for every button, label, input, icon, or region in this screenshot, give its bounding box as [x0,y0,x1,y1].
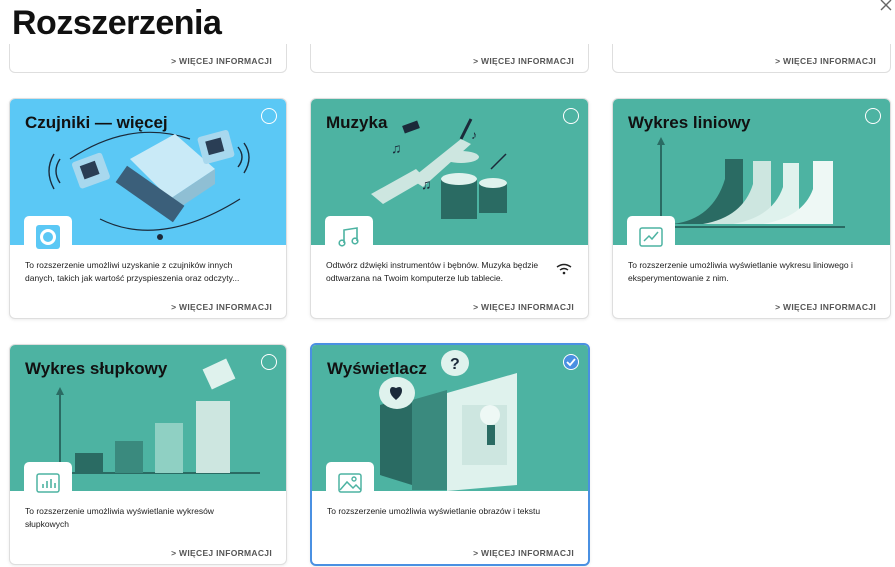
extension-card-display[interactable]: ? Wyświetlacz To rozszerzenie umożliwia … [310,343,590,566]
more-info-link[interactable]: > WIĘCEJ INFORMACJI [775,56,876,66]
card-description: To rozszerzenie umożliwia wyświetlanie o… [327,506,541,516]
partial-card-1[interactable]: > WIĘCEJ INFORMACJI [9,44,287,73]
line-chart-icon [627,216,675,258]
card-description: To rozszerzenie umożliwia wyświetlanie w… [628,260,853,283]
extension-card-bar-chart[interactable]: Wykres słupkowy To rozszerzenie umożliwi… [9,344,287,565]
selected-check-icon[interactable] [563,354,579,370]
page-title: Rozszerzenia [12,4,222,42]
card-title: Czujniki — więcej [25,113,168,132]
card-title: Wykres liniowy [628,113,751,132]
card-description: To rozszerzenie umożliwia wyświetlanie w… [25,506,214,529]
wifi-icon [556,263,572,275]
partial-card-3[interactable]: > WIĘCEJ INFORMACJI [612,44,891,73]
more-info-link[interactable]: > WIĘCEJ INFORMACJI [473,548,574,558]
select-toggle[interactable] [261,354,277,370]
more-info-link[interactable]: > WIĘCEJ INFORMACJI [473,302,574,312]
select-toggle[interactable] [563,108,579,124]
close-icon[interactable] [879,0,893,12]
select-toggle[interactable] [261,108,277,124]
music-note-icon [325,216,373,258]
more-info-link[interactable]: > WIĘCEJ INFORMACJI [171,548,272,558]
extension-card-line-chart[interactable]: Wykres liniowy To rozszerzenie umożliwia… [612,98,891,319]
extension-card-music[interactable]: ♫ ♫ ♪ Muzyka Odtwórz dźwięki instrumentó… [310,98,589,319]
select-toggle[interactable] [865,108,881,124]
card-description: To rozszerzenie umożliwi uzyskanie z czu… [25,260,240,283]
card-title: Wykres słupkowy [25,359,168,378]
svg-text:?: ? [450,356,460,373]
svg-text:♪: ♪ [471,128,477,142]
more-info-link[interactable]: > WIĘCEJ INFORMACJI [171,56,272,66]
image-icon [326,462,374,504]
svg-text:♫: ♫ [391,140,402,156]
more-info-link[interactable]: > WIĘCEJ INFORMACJI [775,302,876,312]
extension-card-sensors[interactable]: Czujniki — więcej To rozszerzenie umożli… [9,98,287,319]
sensor-icon [24,216,72,258]
more-info-link[interactable]: > WIĘCEJ INFORMACJI [171,302,272,312]
card-title: Wyświetlacz [327,359,427,378]
partial-card-2[interactable]: > WIĘCEJ INFORMACJI [310,44,589,73]
bar-chart-icon [24,462,72,504]
more-info-link[interactable]: > WIĘCEJ INFORMACJI [473,56,574,66]
card-title: Muzyka [326,113,388,132]
svg-text:♫: ♫ [421,176,432,192]
card-description: Odtwórz dźwięki instrumentów i bębnów. M… [326,260,539,283]
